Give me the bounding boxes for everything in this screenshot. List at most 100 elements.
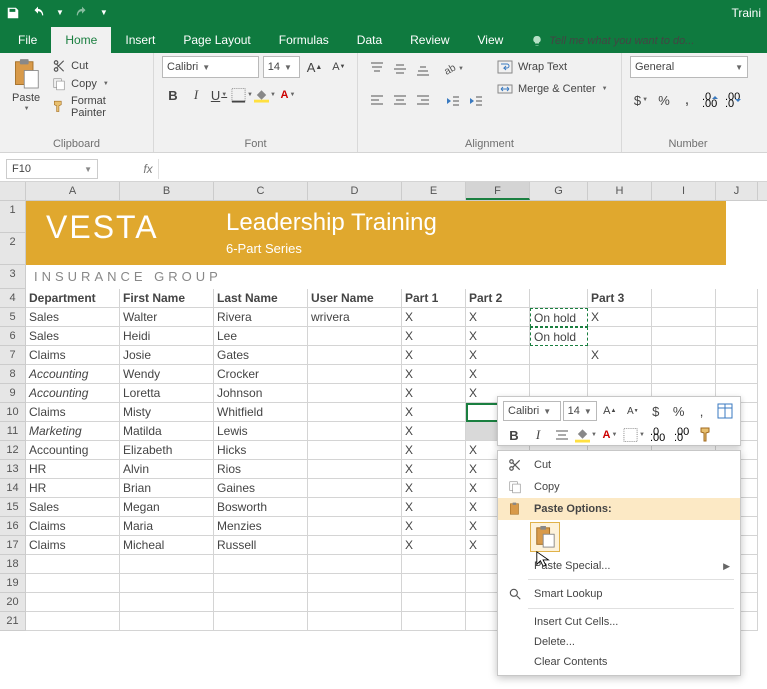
cell-C16[interactable]: Menzies [214,517,308,536]
tab-file[interactable]: File [4,27,51,53]
col-header-F[interactable]: F [466,182,530,200]
row-header-20[interactable]: 20 [0,593,26,612]
undo-dropdown-icon[interactable]: ▼ [56,8,64,17]
cell-A17[interactable]: Claims [26,536,120,555]
cell-E20[interactable] [402,593,466,612]
align-left-icon[interactable] [366,90,388,112]
cell-B6[interactable]: Heidi [120,327,214,346]
cell-C13[interactable]: Rios [214,460,308,479]
cell-F8[interactable]: X [466,365,530,384]
row-header-6[interactable]: 6 [0,327,26,346]
col-header-I[interactable]: I [652,182,716,200]
cell-E6[interactable]: X [402,327,466,346]
number-format-combo[interactable]: General▼ [630,56,748,78]
cell-J6[interactable] [716,327,758,346]
row-header-11[interactable]: 11 [0,422,26,441]
col-header-C[interactable]: C [214,182,308,200]
cell-D9[interactable] [308,384,402,403]
cell-E12[interactable]: X [402,441,466,460]
row-header-3[interactable]: 3 [0,265,26,289]
tab-review[interactable]: Review [396,27,463,53]
cell-C21[interactable] [214,612,308,631]
cell-A10[interactable]: Claims [26,403,120,422]
cell-E14[interactable]: X [402,479,466,498]
cell-D18[interactable] [308,555,402,574]
cell-C19[interactable] [214,574,308,593]
cell-E9[interactable]: X [402,384,466,403]
cell-H7[interactable]: X [588,346,652,365]
mini-font-combo[interactable]: Calibri▼ [503,401,561,421]
mini-increase-font-icon[interactable]: A▲ [599,400,620,422]
cell-B9[interactable]: Loretta [120,384,214,403]
col-header-D[interactable]: D [308,182,402,200]
cell-D14[interactable] [308,479,402,498]
italic-button[interactable]: I [185,84,207,106]
mini-bold-button[interactable]: B [503,424,525,446]
mini-align-icon[interactable] [551,424,573,446]
row-header-7[interactable]: 7 [0,346,26,365]
cell-J4[interactable] [716,289,758,308]
cell-A12[interactable]: Accounting [26,441,120,460]
cell-E16[interactable]: X [402,517,466,536]
merge-center-button[interactable]: Merge & Center▼ [495,80,610,98]
cell-A11[interactable]: Marketing [26,422,120,441]
cell-C17[interactable]: Russell [214,536,308,555]
align-right-icon[interactable] [412,90,434,112]
cell-C15[interactable]: Bosworth [214,498,308,517]
row-header-12[interactable]: 12 [0,441,26,460]
row-header-4[interactable]: 4 [0,289,26,308]
cell-B13[interactable]: Alvin [120,460,214,479]
increase-indent-icon[interactable] [465,90,487,112]
cell-C18[interactable] [214,555,308,574]
align-top-icon[interactable] [366,58,388,80]
cell-E4[interactable]: Part 1 [402,289,466,308]
save-icon[interactable] [6,6,20,20]
redo-icon[interactable] [74,6,90,20]
col-header-E[interactable]: E [402,182,466,200]
cell-F5[interactable]: X [466,308,530,327]
ctx-clear[interactable]: Clear Contents [498,652,740,672]
cell-D12[interactable] [308,441,402,460]
mini-inc-decimal-icon[interactable]: .0.00 [647,424,669,446]
cell-A14[interactable]: HR [26,479,120,498]
cell-H4[interactable]: Part 3 [588,289,652,308]
ctx-insert-cut[interactable]: Insert Cut Cells... [498,612,740,632]
col-header-B[interactable]: B [120,182,214,200]
comma-format-icon[interactable]: , [676,89,698,111]
cell-A18[interactable] [26,555,120,574]
cell-E10[interactable]: X [402,403,466,422]
copy-button[interactable]: Copy▼ [50,76,145,92]
cell-D15[interactable] [308,498,402,517]
cell-A6[interactable]: Sales [26,327,120,346]
cell-J7[interactable] [716,346,758,365]
decrease-font-icon[interactable]: A▼ [329,56,349,78]
tab-data[interactable]: Data [343,27,396,53]
tell-me[interactable]: Tell me what you want to do... [517,29,708,53]
increase-decimal-icon[interactable]: .0.00 [699,89,721,111]
row-header-18[interactable]: 18 [0,555,26,574]
row-header-10[interactable]: 10 [0,403,26,422]
cell-C20[interactable] [214,593,308,612]
cell-B10[interactable]: Misty [120,403,214,422]
qat-customize-icon[interactable]: ▼ [100,8,108,17]
cell-A16[interactable]: Claims [26,517,120,536]
ctx-copy[interactable]: Copy [498,476,740,498]
decrease-decimal-icon[interactable]: .00.0 [722,89,744,111]
cell-F7[interactable]: X [466,346,530,365]
cell-C12[interactable]: Hicks [214,441,308,460]
font-size-combo[interactable]: 14▼ [263,56,301,78]
orientation-icon[interactable]: ab▼ [442,58,464,80]
mini-fill-color-button[interactable]: ▼ [575,424,597,446]
percent-format-icon[interactable]: % [653,89,675,111]
cell-I8[interactable] [652,365,716,384]
row-header-1[interactable]: 1 [0,201,26,233]
cell-C7[interactable]: Gates [214,346,308,365]
ctx-delete[interactable]: Delete... [498,632,740,652]
cell-A9[interactable]: Accounting [26,384,120,403]
cell-B17[interactable]: Micheal [120,536,214,555]
cell-B20[interactable] [120,593,214,612]
paste-button[interactable]: Paste ▼ [8,56,44,120]
cell-B7[interactable]: Josie [120,346,214,365]
col-header-A[interactable]: A [26,182,120,200]
cell-G4[interactable] [530,289,588,308]
